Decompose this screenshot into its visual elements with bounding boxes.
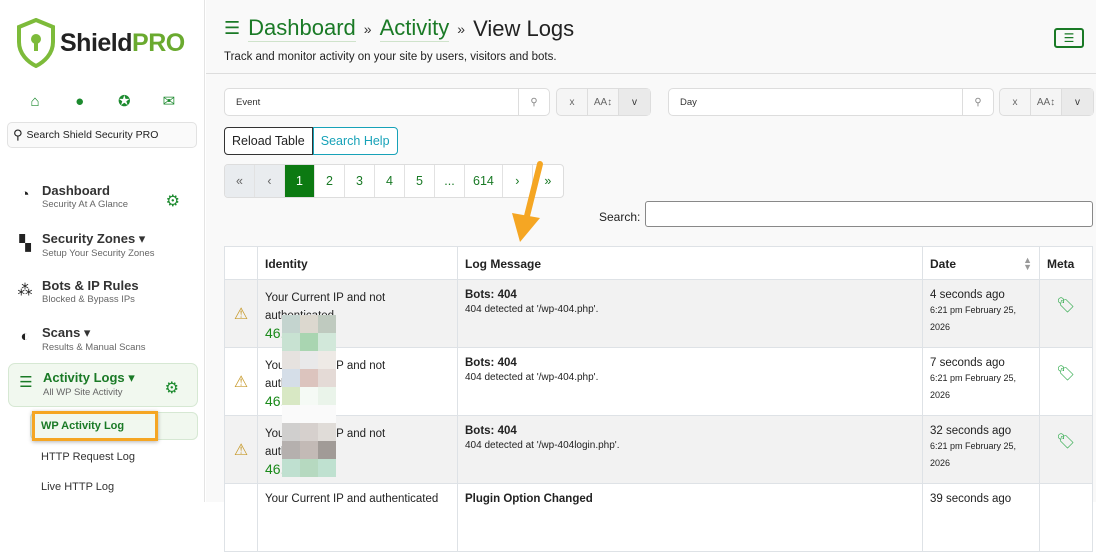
- support-icon[interactable]: ✪: [115, 92, 133, 110]
- col-meta[interactable]: Meta: [1039, 246, 1093, 280]
- sort-icon: ▲ ▼: [1023, 255, 1032, 272]
- email-icon[interactable]: ✉: [160, 92, 178, 110]
- event-filter-controls: x AA↕ v: [556, 88, 651, 116]
- table-row: ⚠ Your Current IP and not authenticated4…: [224, 415, 1093, 484]
- search-icon: ⚲: [13, 127, 23, 142]
- table-search-input[interactable]: [645, 201, 1093, 227]
- table-row: ⚠ Your Current IP and not authenticated4…: [224, 347, 1093, 416]
- activity-icon: ☰: [224, 18, 241, 38]
- main-content: ☰ Dashboard » Activity » View Logs Track…: [206, 0, 1096, 552]
- sidebar-search-input[interactable]: ⚲ Search Shield Security PRO: [7, 122, 197, 148]
- logo-text: Shield: [60, 28, 133, 57]
- clear-button[interactable]: x: [557, 89, 588, 115]
- redacted-ip-pixelation: [282, 315, 336, 477]
- page-first[interactable]: «: [225, 165, 255, 197]
- gear-icon[interactable]: ⚙: [165, 378, 179, 398]
- warning-icon: ⚠: [224, 415, 258, 484]
- user-list-icon: ☰: [19, 374, 33, 391]
- page-prev[interactable]: ‹: [255, 165, 285, 197]
- dropdown-button[interactable]: v: [1062, 89, 1093, 115]
- case-toggle-button[interactable]: AA↕: [1031, 89, 1062, 115]
- zones-icon: ▚: [19, 235, 31, 252]
- sidebar: ShieldPRO ⌂ ● ✪ ✉ ⚲ Search Shield Securit…: [0, 0, 205, 502]
- search-label: Search:: [599, 210, 641, 224]
- dropdown-button[interactable]: v: [619, 89, 650, 115]
- sidebar-item-bots-ip-rules[interactable]: ⁂ Bots & IP Rules Blocked & Bypass IPs: [8, 272, 198, 316]
- page-title: View Logs: [473, 15, 575, 41]
- sidebar-subitem-http-request-log[interactable]: HTTP Request Log: [41, 451, 135, 463]
- page-614[interactable]: 614: [465, 165, 503, 197]
- shieldpro-logo[interactable]: ShieldPRO: [16, 18, 185, 68]
- day-filter-controls: x AA↕ v: [999, 88, 1094, 116]
- tag-icon[interactable]: 🏷︎: [1039, 347, 1093, 416]
- breadcrumb: ☰ Dashboard » Activity » View Logs: [224, 15, 575, 42]
- shield-half-icon: ◐: [20, 328, 30, 345]
- gear-icon[interactable]: ⚙: [166, 191, 180, 211]
- activity-log-table: Identity Log Message ▲ ▼ Date Meta ⚠ Your …: [224, 246, 1093, 552]
- table-row: ⚠ Your Current IP and not authenticated4…: [224, 279, 1093, 348]
- facebook-icon[interactable]: ●: [71, 92, 89, 110]
- gauge-icon: ◔: [20, 186, 30, 203]
- day-filter-input[interactable]: Day ⚲: [668, 88, 994, 116]
- page-5[interactable]: 5: [405, 165, 435, 197]
- reload-table-button[interactable]: Reload Table: [224, 127, 313, 155]
- warning-icon: ⚠: [224, 279, 258, 348]
- page-2[interactable]: 2: [315, 165, 345, 197]
- network-icon: ⁂: [17, 282, 33, 299]
- col-identity[interactable]: Identity: [257, 246, 458, 280]
- sidebar-item-security-zones[interactable]: ▚ Security Zones ▾ Setup Your Security Zon…: [8, 225, 198, 269]
- shield-logo-icon: [17, 18, 55, 68]
- sidebar-item-dashboard[interactable]: ◔ Dashboard Security At A Glance ⚙: [8, 177, 198, 221]
- page-1[interactable]: 1: [285, 165, 315, 197]
- page-4[interactable]: 4: [375, 165, 405, 197]
- warning-icon: ⚠: [224, 347, 258, 416]
- annotation-arrow: [512, 161, 543, 242]
- table-row: Your Current IP and authenticated Plugin…: [224, 483, 1093, 552]
- search-help-button[interactable]: Search Help: [312, 127, 398, 155]
- page-subtitle: Track and monitor activity on your site …: [224, 51, 557, 63]
- breadcrumb-dashboard[interactable]: Dashboard: [248, 15, 356, 42]
- sidebar-subitem-live-http-log[interactable]: Live HTTP Log: [41, 481, 114, 493]
- divider: [206, 73, 1096, 74]
- tag-icon[interactable]: 🏷︎: [1039, 415, 1093, 484]
- page-3[interactable]: 3: [345, 165, 375, 197]
- page-ellipsis: ...: [435, 165, 465, 197]
- tag-icon[interactable]: 🏷︎: [1039, 279, 1093, 348]
- home-icon[interactable]: ⌂: [26, 92, 44, 110]
- logo-text-pro: PRO: [132, 28, 185, 57]
- clear-button[interactable]: x: [1000, 89, 1031, 115]
- breadcrumb-activity[interactable]: Activity: [379, 15, 450, 42]
- col-date[interactable]: ▲ ▼ Date: [922, 246, 1040, 280]
- search-icon[interactable]: ⚲: [962, 89, 993, 115]
- sidebar-item-scans[interactable]: ◐ Scans ▾ Results & Manual Scans: [8, 319, 198, 363]
- col-log-message[interactable]: Log Message: [457, 246, 923, 280]
- highlight-box: [32, 411, 158, 441]
- sidebar-item-activity-logs[interactable]: ☰ Activity Logs ▾ All WP Site Activity ⚙: [8, 363, 198, 407]
- search-icon[interactable]: ⚲: [518, 89, 549, 115]
- case-toggle-button[interactable]: AA↕: [588, 89, 619, 115]
- menu-toggle-icon[interactable]: ☰: [1054, 28, 1084, 48]
- event-filter-input[interactable]: Event ⚲: [224, 88, 550, 116]
